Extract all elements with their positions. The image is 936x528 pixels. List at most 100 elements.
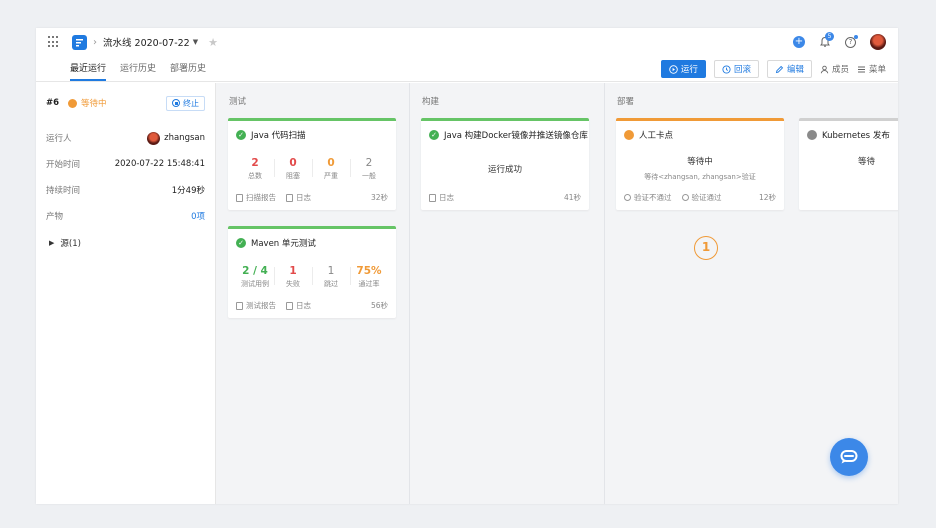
stop-button-label: 终止	[183, 98, 199, 108]
job-duration: 56秒	[370, 301, 388, 310]
stop-button[interactable]: 终止	[166, 95, 205, 111]
log-link[interactable]: 日志	[429, 192, 454, 203]
rollback-button-label: 回滚	[733, 65, 751, 75]
job-title: ✓ Java 代码扫描	[228, 121, 396, 141]
caret-right-icon: ▶	[49, 239, 55, 247]
pencil-icon	[775, 65, 784, 73]
runner-row: 运行人 zhangsan	[46, 125, 205, 151]
chat-icon	[840, 450, 858, 464]
job-card-docker-build[interactable]: ✓ Java 构建Docker镜像并推送镜像仓库 运行成功 日志 41秒	[421, 118, 589, 210]
link-label: 扫描报告	[246, 193, 276, 202]
log-link[interactable]: 日志	[286, 192, 311, 203]
edit-button-label: 编辑	[786, 65, 804, 75]
job-stats: 2 / 4 测试用例 1 失败 1 跳过 75% 通过率	[228, 265, 396, 289]
stat-item: 2 总数	[236, 157, 274, 181]
stop-icon	[172, 99, 180, 107]
approve-verify-button[interactable]: 验证通过	[681, 192, 722, 203]
pipeline-logo-icon[interactable]	[72, 34, 87, 50]
job-message: 等待	[857, 157, 875, 167]
action-toolbar: 运行 回滚 编辑 成员 菜单	[660, 60, 886, 78]
run-header: #6 等待中 终止	[46, 95, 205, 111]
stat-value: 0	[327, 157, 335, 169]
rollback-button[interactable]: 回滚	[713, 60, 759, 78]
stat-value: 1	[327, 265, 335, 277]
app-grid-icon[interactable]	[48, 36, 60, 48]
check-circle-icon: ✓	[236, 238, 246, 248]
pending-status-icon	[68, 98, 78, 108]
chat-button[interactable]	[830, 438, 868, 476]
stage-title: 部署	[617, 97, 635, 107]
breadcrumb-chevron-icon: ›	[93, 36, 97, 48]
job-message: 运行成功	[487, 165, 522, 175]
job-sub-message: 等待<zhangsan, zhangsan>验证	[644, 173, 756, 181]
duration-value: 1分49秒	[171, 186, 205, 196]
add-icon[interactable]: +	[793, 36, 805, 48]
log-icon	[286, 301, 293, 310]
job-name: Java 代码扫描	[251, 131, 306, 141]
pipeline-title[interactable]: 流水线 2020-07-22	[103, 35, 190, 49]
top-bar: › 流水线 2020-07-22 ▼ ★ + 5 ?	[36, 28, 898, 56]
menu-icon	[857, 66, 865, 72]
stat-label: 一般	[362, 172, 376, 180]
job-duration: 12秒	[758, 193, 776, 202]
reject-verify-button[interactable]: 验证不通过	[624, 192, 672, 203]
runner-name: zhangsan	[164, 133, 205, 143]
stat-label: 跳过	[324, 280, 338, 288]
job-duration: 32秒	[370, 193, 388, 202]
notification-bell-icon[interactable]: 5	[819, 32, 834, 48]
pending-clock-icon	[807, 130, 817, 140]
job-card-java-scan[interactable]: ✓ Java 代码扫描 2 总数 0 阻塞 0 严重 2 一般 扫描报告 日志 32秒	[228, 118, 396, 210]
play-icon	[669, 64, 678, 74]
run-button[interactable]: 运行	[660, 60, 706, 78]
edit-button[interactable]: 编辑	[766, 60, 812, 78]
pending-clock-icon	[624, 130, 634, 140]
tab-run-history[interactable]: 运行历史	[120, 61, 156, 81]
job-footer: 扫描报告 日志 32秒	[236, 192, 388, 203]
members-button[interactable]: 成员	[820, 63, 849, 75]
test-report-link[interactable]: 测试报告	[236, 300, 276, 311]
stat-value: 2	[251, 157, 259, 169]
stage-title: 测试	[229, 97, 247, 107]
job-duration: 41秒	[563, 193, 581, 202]
stage-title: 构建	[422, 97, 440, 107]
stat-item: 2 / 4 测试用例	[236, 265, 274, 289]
job-card-kubernetes-deploy[interactable]: Kubernetes 发布 等待	[799, 118, 898, 210]
tab-deploy-history[interactable]: 部署历史	[170, 61, 206, 81]
star-icon[interactable]: ★	[208, 36, 218, 49]
job-card-maven-test[interactable]: ✓ Maven 单元测试 2 / 4 测试用例 1 失败 1 跳过 75% 通过率 测试…	[228, 226, 396, 318]
link-label: 验证通过	[691, 193, 722, 202]
check-circle-icon: ✓	[429, 130, 439, 140]
source-toggle[interactable]: ▶ 源(1)	[46, 237, 205, 249]
help-icon[interactable]: ?	[845, 34, 858, 48]
stat-item: 0 严重	[312, 157, 350, 181]
menu-button[interactable]: 菜单	[857, 63, 886, 75]
tab-recent-runs[interactable]: 最近运行	[70, 61, 107, 81]
stat-label: 失败	[286, 280, 300, 288]
stat-label: 总数	[248, 172, 262, 180]
chevron-down-icon[interactable]: ▼	[193, 38, 198, 46]
scan-report-link[interactable]: 扫描报告	[236, 192, 276, 203]
duration-label: 持续时间	[46, 186, 81, 196]
stat-item: 0 阻塞	[274, 157, 312, 181]
pipeline-content: #6 等待中 终止 运行人 zhangsan 开始时间 2020-07-22 1…	[36, 83, 898, 504]
stat-value: 2	[365, 157, 373, 169]
job-name: Maven 单元测试	[251, 239, 316, 249]
job-stats: 2 总数 0 阻塞 0 严重 2 一般	[228, 157, 396, 181]
stage-test: 测试 ✓ Java 代码扫描 2 总数 0 阻塞 0 严重 2 一般 扫描报告 日志 3…	[217, 83, 410, 504]
link-label: 测试报告	[246, 301, 276, 310]
job-name: Kubernetes 发布	[822, 131, 890, 141]
log-icon	[286, 193, 293, 202]
source-label: 源(1)	[60, 239, 81, 249]
log-link[interactable]: 日志	[286, 300, 311, 311]
start-time-value: 2020-07-22 15:48:41	[114, 159, 205, 169]
app-window: › 流水线 2020-07-22 ▼ ★ + 5 ? 最近运行 运行历史 部署历…	[36, 28, 898, 504]
menu-button-label: 菜单	[868, 65, 886, 75]
link-label: 验证不通过	[634, 193, 672, 202]
artifacts-link[interactable]: 0项	[191, 210, 205, 222]
top-right-tools: + 5 ?	[793, 32, 886, 50]
job-footer: 验证不通过 验证通过 12秒	[624, 192, 776, 203]
check-circle-icon: ✓	[236, 130, 246, 140]
job-card-manual-gate[interactable]: 人工卡点 等待中 等待<zhangsan, zhangsan>验证 验证不通过 …	[616, 118, 784, 210]
user-avatar[interactable]	[870, 34, 886, 50]
stat-label: 阻塞	[286, 172, 300, 180]
